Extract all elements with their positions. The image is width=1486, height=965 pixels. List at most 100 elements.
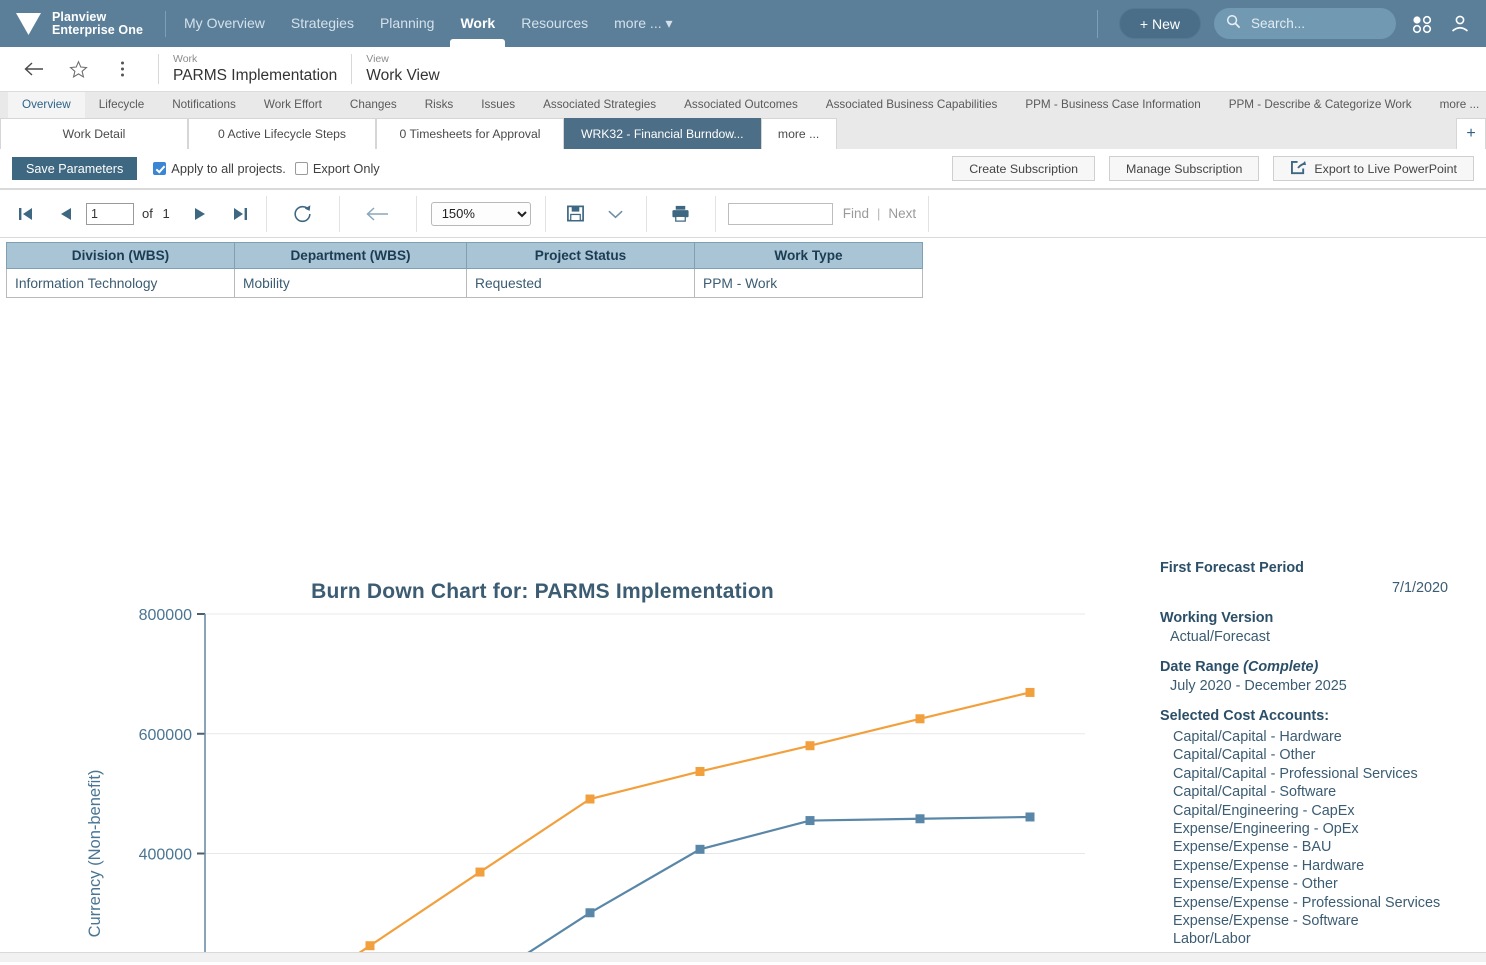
report-back-arrow-icon[interactable]	[346, 194, 410, 234]
first-page-button[interactable]	[6, 194, 46, 234]
tab-more[interactable]: more ...	[1426, 92, 1486, 118]
subtab-more[interactable]: more ...	[760, 118, 837, 149]
save-export-icon[interactable]	[556, 194, 596, 234]
report-toolbar: of 1	[0, 190, 1486, 238]
tab-work-effort[interactable]: Work Effort	[250, 92, 336, 118]
subtab-timesheets-for-approval[interactable]: 0 Timesheets for Approval	[376, 118, 564, 149]
column-header-department: Department (WBS)	[234, 242, 467, 269]
tab-issues[interactable]: Issues	[467, 92, 529, 118]
report-viewer: of 1	[0, 189, 1486, 952]
previous-page-button[interactable]	[46, 194, 86, 234]
y-axis-title: Currency (Non-benefit)	[86, 770, 104, 938]
find-next-button[interactable]: Next	[888, 206, 916, 221]
search-icon	[1226, 14, 1241, 34]
export-to-live-powerpoint-label: Export to Live PowerPoint	[1314, 161, 1457, 176]
list-item: Capital/Capital - Other	[1173, 747, 1316, 764]
date-range-label: Date Range (Complete)	[1160, 659, 1480, 675]
chart-line-marker	[475, 867, 485, 877]
nav-item-planning[interactable]: Planning	[380, 0, 435, 47]
tab-associated-business-capabilities[interactable]: Associated Business Capabilities	[812, 92, 1012, 118]
top-navigation-bar: Planview Enterprise One My Overview Stra…	[0, 0, 1486, 47]
list-item: Expense/Engineering - OpEx	[1173, 821, 1359, 838]
apply-to-all-projects-checkbox[interactable]: Apply to all projects.	[153, 161, 286, 176]
chart-line-marker	[365, 941, 375, 951]
add-card-button[interactable]: +	[1456, 118, 1486, 149]
find-input[interactable]	[727, 202, 833, 225]
subtab-work-detail[interactable]: Work Detail	[0, 118, 188, 149]
column-header-division: Division (WBS)	[6, 242, 235, 269]
tab-risks[interactable]: Risks	[411, 92, 468, 118]
selected-cost-accounts-label: Selected Cost Accounts:	[1160, 708, 1329, 724]
user-account-icon[interactable]	[1448, 12, 1472, 36]
export-dropdown-chevron-icon[interactable]	[596, 194, 636, 234]
secondary-tab-bar: Work Detail 0 Active Lifecycle Steps 0 T…	[0, 118, 1486, 149]
chart-line-marker	[915, 714, 925, 724]
breadcrumb-divider-2	[351, 54, 353, 84]
find-button[interactable]: Find	[843, 206, 869, 221]
subtab-financial-burndown[interactable]: WRK32 - Financial Burndow...	[564, 118, 761, 149]
nav-item-work[interactable]: Work	[450, 0, 505, 47]
nav-item-strategies[interactable]: Strategies	[291, 0, 354, 47]
search-input[interactable]	[1249, 15, 1379, 32]
tab-ppm-describe-categorize-work[interactable]: PPM - Describe & Categorize Work	[1215, 92, 1426, 118]
nav-item-more[interactable]: more ... ▾	[614, 0, 672, 47]
list-item: Expense/Expense - Software	[1173, 913, 1359, 930]
list-item: Capital/Capital - Hardware	[1173, 729, 1342, 745]
first-forecast-period-label: First Forecast Period	[1160, 560, 1304, 576]
nav-item-my-overview[interactable]: My Overview	[184, 0, 265, 47]
table-header-row: Division (WBS) Department (WBS) Project …	[6, 242, 923, 269]
tab-overview[interactable]: Overview	[8, 92, 85, 118]
create-subscription-button[interactable]: Create Subscription	[952, 156, 1096, 181]
export-only-checkbox-box[interactable]	[294, 162, 308, 175]
back-arrow-icon[interactable]	[12, 47, 56, 91]
breadcrumb: Work PARMS Implementation View Work View	[0, 47, 1486, 92]
chart-line-marker	[805, 816, 815, 826]
last-page-button[interactable]	[220, 194, 260, 234]
date-range-value: July 2020 - December 2025	[1170, 678, 1347, 694]
apply-to-all-projects-checkbox-box[interactable]	[153, 162, 167, 175]
toolbar-divider-7	[928, 195, 930, 232]
chart-line-marker	[585, 794, 595, 804]
global-search[interactable]	[1214, 8, 1396, 39]
breadcrumb-work[interactable]: Work PARMS Implementation	[173, 53, 337, 85]
subscription-buttons: Create Subscription Manage Subscription …	[952, 156, 1474, 181]
nav-right-divider	[1096, 9, 1098, 38]
print-icon[interactable]	[661, 194, 701, 234]
of-text: of	[142, 206, 153, 221]
print-group	[647, 190, 715, 238]
page-number-input[interactable]	[86, 202, 134, 225]
export-only-checkbox[interactable]: Export Only	[294, 161, 380, 176]
breadcrumb-view[interactable]: View Work View	[366, 53, 440, 85]
new-button[interactable]: + New	[1118, 8, 1201, 39]
brand-logo-block[interactable]: Planview Enterprise One	[14, 10, 143, 37]
nav-divider	[165, 10, 167, 37]
page-of-label: of 1	[142, 206, 170, 221]
tab-associated-outcomes[interactable]: Associated Outcomes	[670, 92, 812, 118]
export-to-live-powerpoint-button[interactable]: Export to Live PowerPoint	[1273, 156, 1474, 181]
refresh-group	[267, 190, 339, 238]
app-switcher-icon[interactable]	[1409, 13, 1435, 35]
tab-ppm-business-case-information[interactable]: PPM - Business Case Information	[1011, 92, 1214, 118]
tab-notifications[interactable]: Notifications	[158, 92, 250, 118]
favorite-star-icon[interactable]	[56, 47, 100, 91]
breadcrumb-work-value: PARMS Implementation	[173, 67, 338, 84]
zoom-select[interactable]: 25%50%75%100%150%200%	[430, 201, 531, 226]
pagination-group: of 1	[0, 190, 266, 238]
chevron-down-icon: ▾	[665, 15, 673, 31]
y-axis-tick-label: 600000	[139, 727, 192, 744]
subtab-active-lifecycle-steps[interactable]: 0 Active Lifecycle Steps	[188, 118, 376, 149]
chart-line-marker	[915, 814, 925, 824]
refresh-icon[interactable]	[273, 194, 333, 234]
nav-items: My Overview Strategies Planning Work Res…	[184, 0, 673, 47]
tab-changes[interactable]: Changes	[336, 92, 411, 118]
manage-subscription-button[interactable]: Manage Subscription	[1109, 156, 1260, 181]
tab-associated-strategies[interactable]: Associated Strategies	[529, 92, 670, 118]
y-axis-tick-label: 400000	[139, 847, 192, 864]
selected-cost-accounts-list: Capital/Capital - Hardware Capital/Capit…	[1160, 728, 1480, 949]
export-only-label: Export Only	[312, 161, 380, 176]
tab-lifecycle[interactable]: Lifecycle	[85, 92, 158, 118]
more-options-icon[interactable]	[100, 47, 144, 91]
nav-item-resources[interactable]: Resources	[521, 0, 588, 47]
save-parameters-button[interactable]: Save Parameters	[12, 157, 138, 180]
next-page-button[interactable]	[180, 194, 220, 234]
